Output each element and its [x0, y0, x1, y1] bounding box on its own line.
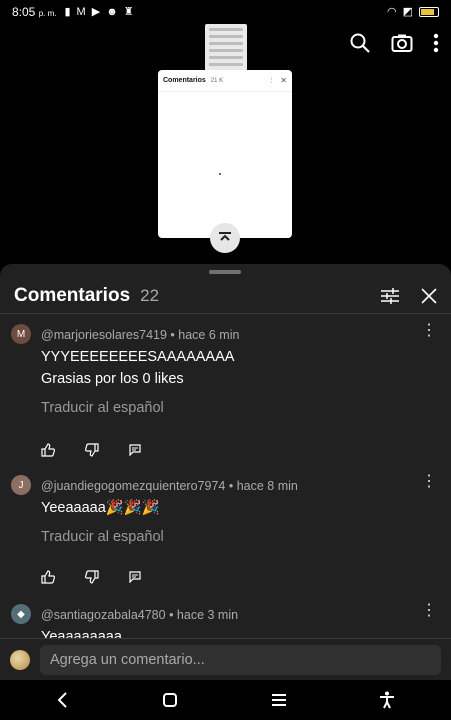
clock: 8:05 p. m.: [12, 5, 57, 19]
more-vert-icon[interactable]: ⋮: [421, 323, 437, 339]
comment-author[interactable]: @juandiegogomezquientero7974: [41, 479, 225, 493]
accessibility-icon[interactable]: [379, 691, 395, 709]
video-player[interactable]: Comentarios 21 K ⫶ ✕: [0, 24, 451, 288]
expand-icon: [219, 232, 231, 241]
comment-text: YYYEEEEEEEESAAAAAAAA: [41, 349, 235, 365]
notification-icons: ▮ M ▶ ☻ ♜: [64, 5, 134, 18]
comment-meta: @marjoriesolares7419 • hace 6 min: [41, 328, 240, 342]
comment-composer: [0, 638, 451, 680]
comments-list[interactable]: M @marjoriesolares7419 • hace 6 min YYYE…: [0, 320, 451, 638]
comment-input[interactable]: [40, 644, 441, 675]
filter-icon: ⫶: [270, 75, 273, 85]
comment-time: hace 6 min: [178, 328, 240, 342]
like-icon[interactable]: [41, 570, 55, 584]
comment-meta: @santiagozabala4780 • hace 3 min: [41, 608, 239, 622]
close-icon[interactable]: [421, 287, 437, 304]
gmail-icon: M: [76, 5, 86, 18]
sheet-header: Comentarios 22: [0, 278, 451, 314]
no-sim-icon: ◩: [402, 5, 413, 18]
close-icon: ✕: [280, 75, 287, 85]
home-icon[interactable]: [162, 692, 178, 708]
search-icon[interactable]: [349, 32, 371, 54]
system-icons: ◠ ◩: [386, 5, 439, 18]
avatar-image-icon: ◆: [17, 608, 25, 620]
battery-icon: [419, 7, 439, 17]
drag-handle[interactable]: [209, 270, 241, 274]
dislike-icon[interactable]: [85, 570, 99, 584]
sheet-title: Comentarios: [14, 284, 131, 306]
filter-icon[interactable]: [381, 287, 399, 304]
game-icon: ☻: [106, 5, 118, 18]
status-bar: 8:05 p. m. ▮ M ▶ ☻ ♜ ◠ ◩: [0, 0, 451, 24]
expand-button[interactable]: [210, 223, 240, 253]
video-call-icon: ▶: [91, 5, 101, 18]
comment-item: M @marjoriesolares7419 • hace 6 min YYYE…: [0, 320, 451, 470]
recents-icon[interactable]: [271, 693, 287, 707]
comment-author[interactable]: @marjoriesolares7419: [41, 328, 167, 342]
comment-time: hace 8 min: [236, 479, 298, 493]
comments-sheet: Comentarios 22 M @marjoriesolares7419 • …: [0, 264, 451, 680]
avatar[interactable]: ◆: [11, 604, 31, 624]
user-avatar[interactable]: [10, 649, 30, 670]
comment-actions: [41, 567, 407, 587]
system-nav-bar: [0, 680, 451, 720]
back-icon[interactable]: [56, 692, 70, 708]
dislike-icon[interactable]: [85, 443, 99, 457]
accessibility-status-icon: ♜: [123, 5, 134, 18]
translate-link[interactable]: Traducir al español: [41, 527, 407, 547]
more-vert-icon[interactable]: [433, 33, 439, 53]
comment-time: hace 3 min: [176, 608, 239, 622]
avatar[interactable]: J: [11, 475, 31, 495]
comment-actions: [41, 440, 407, 460]
comment-item: J @juandiegogomezquientero7974 • hace 8 …: [0, 470, 451, 598]
avatar[interactable]: M: [11, 324, 31, 344]
translate-link[interactable]: Traducir al español: [41, 398, 407, 418]
battery-saver-icon: ▮: [64, 5, 71, 18]
comment-count: 22: [140, 285, 160, 305]
more-vert-icon[interactable]: ⋮: [421, 603, 437, 619]
more-vert-icon[interactable]: ⋮: [421, 474, 437, 490]
video-frame-actions: ⫶ ✕: [270, 76, 287, 86]
camera-icon[interactable]: [391, 33, 413, 53]
comment-text: Yeaaaaaaaa: [41, 629, 122, 638]
comment-text: Grasias por los 0 likes: [41, 371, 184, 387]
loading-dot: [219, 173, 221, 175]
comment-author[interactable]: @santiagozabala4780: [41, 608, 166, 622]
comment-meta: @juandiegogomezquientero7974 • hace 8 mi…: [41, 479, 298, 493]
video-frame-count: 21 K: [210, 77, 224, 84]
video-frame-comments-panel: Comentarios 21 K ⫶ ✕: [158, 70, 292, 238]
video-top-actions: [349, 32, 439, 54]
video-frame-title: Comentarios: [163, 77, 206, 84]
reply-icon[interactable]: [129, 571, 141, 583]
comment-item: ◆ @santiagozabala4780 • hace 3 min Yeaaa…: [0, 598, 451, 638]
like-icon[interactable]: [41, 443, 55, 457]
wifi-icon: ◠: [386, 5, 397, 18]
reply-icon[interactable]: [129, 444, 141, 456]
comment-text: Yeeaaaaa🎉🎉🎉: [41, 500, 160, 516]
video-frame-header: Comentarios 21 K ⫶ ✕: [158, 70, 292, 92]
